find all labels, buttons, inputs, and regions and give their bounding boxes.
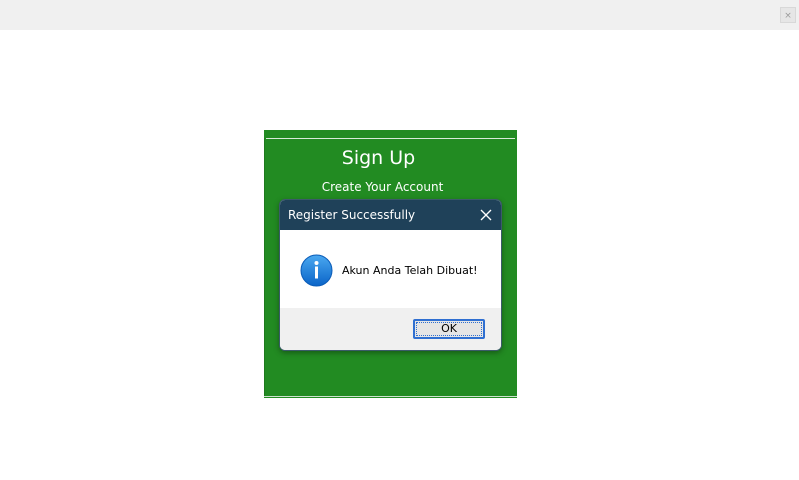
- signup-title: Sign Up: [341, 147, 416, 169]
- close-icon: [480, 209, 492, 221]
- panel-left-border: [264, 138, 265, 397]
- panel-top-divider: [266, 138, 515, 139]
- panel-bottom-divider: [264, 396, 517, 397]
- dialog-footer: OK: [280, 308, 501, 350]
- dialog-title: Register Successfully: [288, 208, 416, 222]
- signup-subtitle: Create Your Account: [321, 180, 444, 194]
- window-titlebar: ×: [0, 0, 799, 30]
- dialog-body: Akun Anda Telah Dibuat!: [280, 230, 501, 308]
- message-dialog: Register Successfully Akun Anda Telah Di…: [279, 199, 502, 351]
- dialog-header: Register Successfully: [280, 200, 501, 230]
- dialog-message: Akun Anda Telah Dibuat!: [342, 264, 478, 277]
- window-close-button[interactable]: ×: [780, 7, 796, 23]
- dialog-close-button[interactable]: [477, 206, 495, 224]
- ok-button[interactable]: OK: [413, 319, 485, 339]
- info-icon: [300, 254, 333, 287]
